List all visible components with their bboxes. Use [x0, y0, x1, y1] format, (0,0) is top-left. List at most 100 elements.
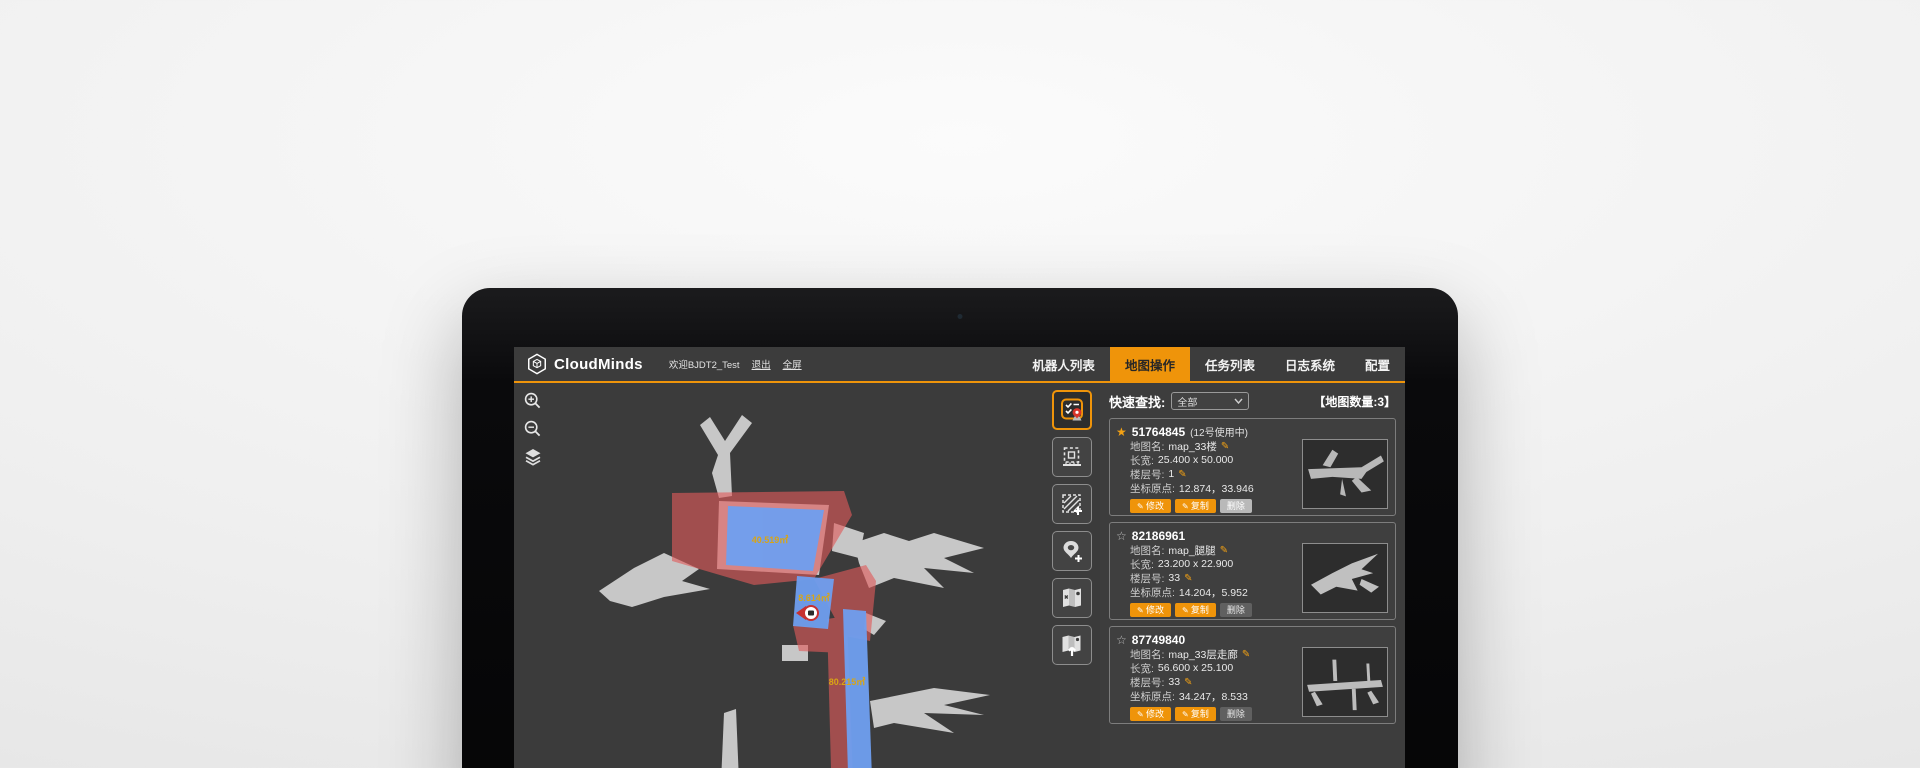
map-name-value: map_腿腿 [1168, 543, 1215, 558]
fullscreen-link[interactable]: 全屏 [783, 357, 802, 371]
map-card[interactable]: ★ 51764845 (12号使用中) 地图名:map_33楼 长宽:25.40… [1109, 418, 1396, 516]
filter-dropdown-value: 全部 [1177, 394, 1197, 409]
delete-map-button[interactable]: 删除 [1220, 707, 1252, 721]
edit-map-button[interactable]: 修改 [1130, 707, 1171, 721]
map-size-value: 23.200 x 22.900 [1158, 558, 1233, 570]
map-controls [522, 390, 544, 468]
map-size-value: 56.600 x 25.100 [1158, 662, 1233, 674]
upload-map-button[interactable] [1052, 625, 1092, 665]
tab-config[interactable]: 配置 [1350, 347, 1405, 381]
tab-log-system[interactable]: 日志系统 [1270, 347, 1350, 381]
chevron-down-icon [1234, 398, 1243, 404]
tab-map-operations[interactable]: 地图操作 [1110, 347, 1190, 381]
area-label-3: 80.215㎡ [829, 676, 866, 687]
map-origin-value: 34.247，8.533 [1179, 689, 1248, 704]
map-id: 51764845 [1132, 425, 1185, 439]
panel-header: 快速查找: 全部 【地图数量:3】 [1109, 390, 1396, 412]
map-card[interactable]: ☆ 82186961 地图名: map_腿腿 长宽: 23.200 x 22.900… [1109, 522, 1396, 620]
copy-map-button[interactable]: 复制 [1175, 499, 1216, 513]
map-thumbnail[interactable] [1302, 543, 1388, 613]
favorite-star-icon[interactable]: ☆ [1116, 530, 1127, 542]
favorite-star-icon[interactable]: ☆ [1116, 634, 1127, 646]
card-head: ☆ 82186961 [1116, 528, 1387, 543]
field-label: 坐标原点: [1130, 585, 1175, 600]
card-head: ☆ 87749840 [1116, 632, 1387, 647]
favorite-star-icon[interactable]: ★ [1116, 426, 1127, 438]
edit-map-button[interactable]: 修改 [1130, 499, 1171, 513]
poi-checklist-icon [1059, 397, 1085, 423]
zoom-in-button[interactable] [522, 390, 544, 412]
cloudminds-logo-icon [526, 353, 548, 375]
field-label: 长宽: [1130, 557, 1154, 572]
session-bar: 欢迎BJDT2_Test 退出 全屏 [669, 347, 802, 381]
edit-icon[interactable] [1184, 573, 1192, 584]
webcam-dot [958, 314, 963, 319]
map-size-value: 25.400 x 50.000 [1158, 454, 1233, 466]
edit-icon[interactable] [1242, 649, 1250, 660]
map-thumbnail-image [1303, 544, 1387, 612]
layers-button[interactable] [522, 446, 544, 468]
map-floor-value: 33 [1168, 572, 1180, 584]
field-label: 楼层号: [1130, 467, 1164, 482]
add-region-button[interactable] [1052, 484, 1092, 524]
field-label: 地图名: [1130, 647, 1164, 662]
card-head: ★ 51764845 (12号使用中) [1116, 424, 1387, 439]
layers-icon [523, 447, 543, 467]
map-floor-value: 1 [1168, 468, 1174, 480]
area-label-2: 8.614㎡ [798, 592, 830, 603]
zoom-out-button[interactable] [522, 418, 544, 440]
measure-area-button[interactable] [1052, 437, 1092, 477]
map-name-value: map_33层走廊 [1168, 647, 1237, 662]
quick-search-label: 快速查找: [1109, 392, 1165, 411]
map-thumbnail-image [1303, 648, 1387, 716]
upload-map-icon [1059, 632, 1085, 658]
poi-checklist-button[interactable] [1052, 390, 1092, 430]
map-thumbnail-image [1303, 440, 1387, 508]
map-id: 87749840 [1132, 633, 1185, 647]
map-id: 82186961 [1132, 529, 1185, 543]
zoom-out-icon [523, 419, 543, 439]
welcome-text: 欢迎BJDT2_Test [669, 357, 740, 371]
map-markers-icon [1059, 585, 1085, 611]
map-canvas[interactable]: 40.519㎡ 8.614㎡ 80.215㎡ [514, 383, 1100, 768]
brand-logo: CloudMinds [514, 347, 643, 381]
delete-map-button[interactable]: 删除 [1220, 603, 1252, 617]
map-count-label: 【地图数量:3】 [1313, 393, 1396, 410]
add-poi-icon [1059, 538, 1085, 564]
map-card[interactable]: ☆ 87749840 地图名: map_33层走廊 长宽: 56.600 x 25.… [1109, 626, 1396, 724]
area-label-1: 40.519㎡ [752, 534, 789, 545]
edit-icon[interactable] [1184, 677, 1192, 688]
map-toolbar [1052, 390, 1092, 665]
edit-icon[interactable] [1221, 441, 1229, 452]
copy-map-button[interactable]: 复制 [1175, 603, 1216, 617]
laptop-frame: CloudMinds 欢迎BJDT2_Test 退出 全屏 机器人列表 地图操作… [462, 288, 1458, 768]
map-origin-value: 14.204，5.952 [1179, 585, 1248, 600]
field-label: 长宽: [1130, 661, 1154, 676]
add-poi-button[interactable] [1052, 531, 1092, 571]
map-origin-value: 12.874，33.946 [1179, 481, 1254, 496]
map-list-panel: 快速查找: 全部 【地图数量:3】 ★ 51764845 (12号使用中) [1100, 383, 1405, 768]
field-label: 楼层号: [1130, 571, 1164, 586]
delete-map-button[interactable]: 删除 [1220, 499, 1252, 513]
map-thumbnail[interactable] [1302, 439, 1388, 509]
tab-task-list[interactable]: 任务列表 [1190, 347, 1270, 381]
map-markers-button[interactable] [1052, 578, 1092, 618]
edit-icon[interactable] [1178, 469, 1186, 480]
field-label: 地图名: [1130, 543, 1164, 558]
app-screen: CloudMinds 欢迎BJDT2_Test 退出 全屏 机器人列表 地图操作… [514, 347, 1405, 768]
map-in-use-badge: (12号使用中) [1190, 424, 1248, 439]
edit-icon[interactable] [1220, 545, 1228, 556]
map-name-value: map_33楼 [1168, 439, 1216, 454]
field-label: 楼层号: [1130, 675, 1164, 690]
map-thumbnail[interactable] [1302, 647, 1388, 717]
copy-map-button[interactable]: 复制 [1175, 707, 1216, 721]
filter-dropdown[interactable]: 全部 [1171, 392, 1249, 410]
edit-map-button[interactable]: 修改 [1130, 603, 1171, 617]
brand-name: CloudMinds [554, 356, 643, 373]
top-navbar: CloudMinds 欢迎BJDT2_Test 退出 全屏 机器人列表 地图操作… [514, 347, 1405, 383]
tab-robot-list[interactable]: 机器人列表 [1017, 347, 1110, 381]
field-label: 地图名: [1130, 439, 1164, 454]
nav-tabs: 机器人列表 地图操作 任务列表 日志系统 配置 [1017, 347, 1405, 381]
logout-link[interactable]: 退出 [752, 357, 771, 371]
map-floor-value: 33 [1168, 676, 1180, 688]
